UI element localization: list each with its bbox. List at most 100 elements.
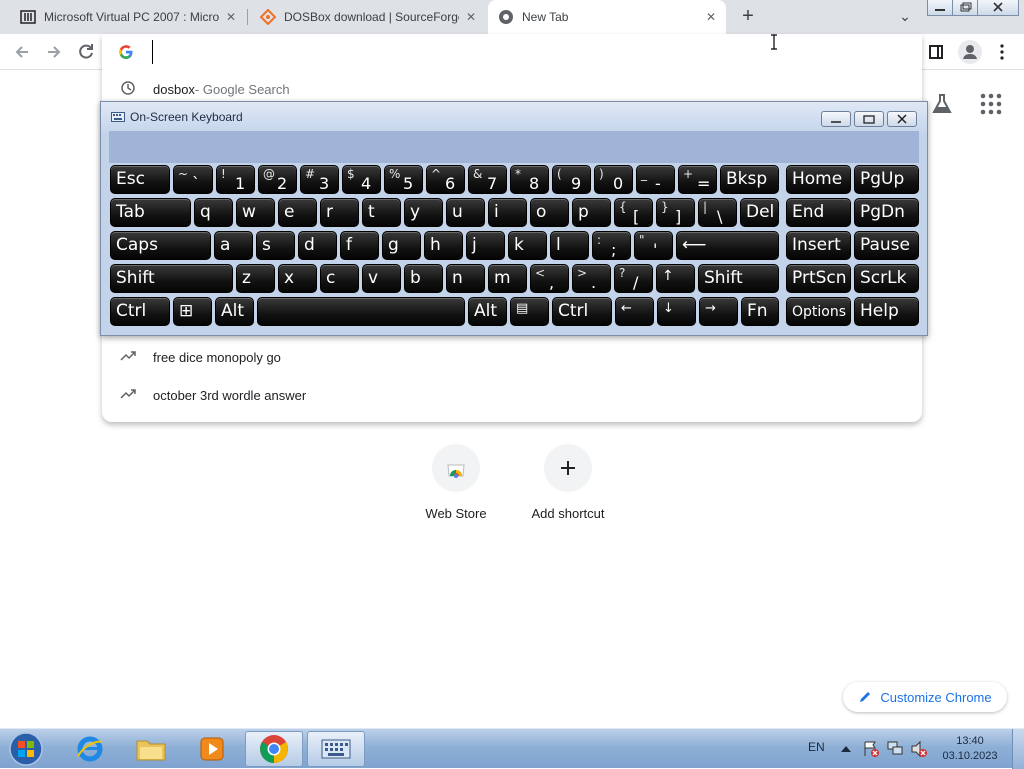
taskbar-chrome[interactable] — [245, 731, 303, 767]
network-icon[interactable] — [886, 740, 904, 758]
key-backslash[interactable]: | \ — [698, 198, 737, 227]
key-z[interactable]: z — [236, 264, 275, 293]
key-right-ctrl[interactable]: Ctrl — [552, 297, 612, 326]
key-home[interactable]: Home — [786, 165, 851, 194]
key-pgup[interactable]: PgUp — [854, 165, 919, 194]
key-backspace[interactable]: Bksp — [720, 165, 779, 194]
key-1[interactable]: ! 1 — [216, 165, 255, 194]
key-3[interactable]: #3 — [300, 165, 339, 194]
tab-search-icon[interactable]: ⌄ — [895, 6, 915, 26]
key-windows[interactable]: ⊞ — [173, 297, 212, 326]
system-clock[interactable]: 13:40 03.10.2023 — [938, 734, 1002, 764]
key-tab[interactable]: Tab — [110, 198, 191, 227]
key-9[interactable]: (9 — [552, 165, 591, 194]
profile-avatar[interactable] — [958, 40, 982, 64]
key-rbracket[interactable]: }] — [656, 198, 695, 227]
key-f[interactable]: f — [340, 231, 379, 260]
key-2[interactable]: @2 — [258, 165, 297, 194]
language-indicator[interactable]: EN — [808, 740, 825, 754]
action-center-flag-icon[interactable] — [862, 740, 880, 758]
key-k[interactable]: k — [508, 231, 547, 260]
taskbar-media-player[interactable] — [183, 731, 241, 767]
key-h[interactable]: h — [424, 231, 463, 260]
key-up[interactable]: ↑ — [656, 264, 695, 293]
key-left-arrow[interactable]: ← — [615, 297, 654, 326]
key-left-alt[interactable]: Alt — [215, 297, 254, 326]
key-e[interactable]: e — [278, 198, 317, 227]
key-m[interactable]: m — [488, 264, 527, 293]
key-4[interactable]: $4 — [342, 165, 381, 194]
add-shortcut-button[interactable]: Add shortcut — [512, 444, 624, 521]
key-c[interactable]: c — [320, 264, 359, 293]
key-q[interactable]: q — [194, 198, 233, 227]
key-7[interactable]: & 7 — [468, 165, 507, 194]
key-space[interactable] — [257, 297, 465, 326]
key-left-ctrl[interactable]: Ctrl — [110, 297, 170, 326]
labs-flask-icon[interactable] — [930, 92, 954, 116]
address-bar-input[interactable] — [152, 40, 852, 64]
volume-muted-icon[interactable] — [910, 740, 928, 758]
apps-grid-icon[interactable] — [980, 93, 1002, 115]
customize-chrome-button[interactable]: Customize Chrome — [843, 682, 1007, 712]
key-lbracket[interactable]: {[ — [614, 198, 653, 227]
key-0[interactable]: ) 0 — [594, 165, 633, 194]
key-l[interactable]: l — [550, 231, 589, 260]
close-window-button[interactable] — [977, 0, 1019, 16]
key-end[interactable]: End — [786, 198, 851, 227]
key-period[interactable]: >. — [572, 264, 611, 293]
key-w[interactable]: w — [236, 198, 275, 227]
key-pause[interactable]: Pause — [854, 231, 919, 260]
key-insert[interactable]: Insert — [786, 231, 851, 260]
suggestion-monopoly[interactable]: free dice monopoly go — [102, 338, 922, 376]
suggestion-wordle[interactable]: october 3rd wordle answer — [102, 376, 922, 414]
key-i[interactable]: i — [488, 198, 527, 227]
reload-button[interactable] — [74, 40, 98, 64]
key-esc[interactable]: Esc — [110, 165, 170, 194]
key-prtscn[interactable]: PrtScn — [786, 264, 851, 293]
key-del[interactable]: Del — [740, 198, 779, 227]
show-desktop-button[interactable] — [1012, 729, 1024, 769]
tab-close-icon[interactable]: ✕ — [464, 10, 478, 24]
show-hidden-icons-icon[interactable] — [840, 742, 852, 754]
key-minus[interactable]: _ - — [636, 165, 675, 194]
tab-close-icon[interactable]: ✕ — [224, 10, 238, 24]
key-p[interactable]: p — [572, 198, 611, 227]
key-caps[interactable]: Caps — [110, 231, 211, 260]
key-t[interactable]: t — [362, 198, 401, 227]
taskbar-on-screen-keyboard[interactable] — [307, 731, 365, 767]
key-y[interactable]: y — [404, 198, 443, 227]
side-panel-icon[interactable] — [926, 42, 946, 62]
tab-virtual-pc[interactable]: Microsoft Virtual PC 2007 : Micro ✕ — [8, 0, 246, 34]
key-j[interactable]: j — [466, 231, 505, 260]
new-tab-button[interactable]: + — [736, 4, 760, 28]
key-5[interactable]: % 5 — [384, 165, 423, 194]
key-right-alt[interactable]: Alt — [468, 297, 507, 326]
key-8[interactable]: * 8 — [510, 165, 549, 194]
key-x[interactable]: x — [278, 264, 317, 293]
menu-icon[interactable] — [994, 42, 1010, 62]
key-slash[interactable]: ? / — [614, 264, 653, 293]
key-b[interactable]: b — [404, 264, 443, 293]
shortcut-web-store[interactable]: Web Store — [400, 444, 512, 521]
osk-maximize-button[interactable] — [854, 111, 884, 127]
osk-minimize-button[interactable] — [821, 111, 851, 127]
minimize-button[interactable] — [927, 0, 953, 16]
key-u[interactable]: u — [446, 198, 485, 227]
key-comma[interactable]: <, — [530, 264, 569, 293]
key-scrlk[interactable]: ScrLk — [854, 264, 919, 293]
key-options[interactable]: Options — [786, 297, 851, 326]
restore-button[interactable] — [952, 0, 978, 16]
osk-close-button[interactable] — [887, 111, 917, 127]
key-s[interactable]: s — [256, 231, 295, 260]
osk-title-bar[interactable]: On-Screen Keyboard — [101, 102, 927, 132]
key-d[interactable]: d — [298, 231, 337, 260]
key-r[interactable]: r — [320, 198, 359, 227]
key-v[interactable]: v — [362, 264, 401, 293]
key-fn[interactable]: Fn — [741, 297, 779, 326]
key-pgdn[interactable]: PgDn — [854, 198, 919, 227]
key-right-shift[interactable]: Shift — [698, 264, 779, 293]
key-6[interactable]: ^ 6 — [426, 165, 465, 194]
back-button[interactable] — [10, 40, 34, 64]
tab-new-tab[interactable]: New Tab ✕ — [488, 0, 726, 34]
forward-button[interactable] — [42, 40, 66, 64]
